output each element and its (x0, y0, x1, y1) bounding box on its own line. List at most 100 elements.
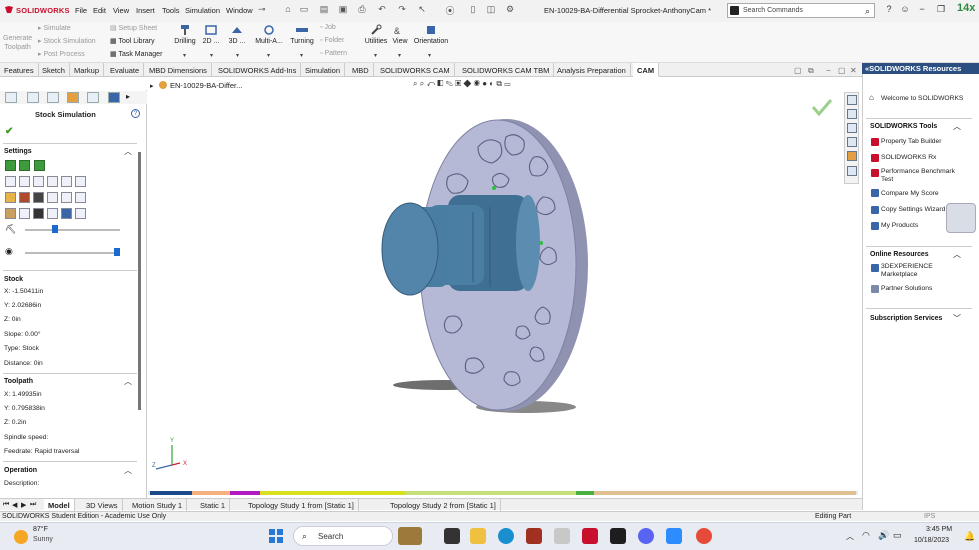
tab-topology-1[interactable]: Topology Study 1 from [Static 1] (244, 499, 359, 511)
weather-temp[interactable]: 87°F (33, 526, 48, 533)
sim-mode-3-icon[interactable] (33, 176, 44, 187)
transparency-slider[interactable] (25, 252, 120, 254)
new-icon[interactable]: ▭ (298, 4, 310, 16)
tab-topology-2[interactable]: Topology Study 2 from [Static 1] (386, 499, 501, 511)
post-process-button[interactable]: ▸ Post Process (38, 50, 85, 58)
tool-link[interactable]: Copy Settings Wizard (881, 206, 945, 213)
tab-analysis-prep[interactable]: Analysis Preparation (553, 63, 631, 77)
tab-evaluate[interactable]: Evaluate (106, 63, 145, 77)
notification-icon[interactable]: 🔔 (964, 531, 975, 542)
clock-time[interactable]: 3:45 PM (926, 526, 952, 533)
orientation-dropdown-icon[interactable]: ▾ (428, 52, 431, 59)
terminal-icon[interactable] (610, 528, 626, 544)
user-icon[interactable]: ☺ (898, 4, 912, 18)
tab-features[interactable]: Features (0, 63, 39, 77)
tool-link[interactable]: Compare My Score (881, 190, 939, 197)
menu-window[interactable]: Window (226, 6, 253, 15)
wifi-icon[interactable]: ◠ (862, 530, 870, 541)
sim-mode-2-icon[interactable] (19, 176, 30, 187)
2d-button[interactable]: 2D ... (201, 24, 221, 45)
tabs-next-icon[interactable]: ▶ (21, 501, 26, 509)
previous-view-icon[interactable]: ↶ (426, 79, 435, 88)
tab-solidworks-cam[interactable]: SOLIDWORKS CAM (376, 63, 455, 77)
task-manager-button[interactable]: ▦ Task Manager (110, 50, 162, 58)
2d-dropdown-icon[interactable]: ▾ (210, 52, 213, 59)
view-dropdown-icon[interactable]: ▾ (398, 52, 401, 59)
toolpath-collapse-icon[interactable]: ︿ (124, 376, 132, 387)
speed-slider-knob[interactable] (52, 225, 58, 233)
online-link[interactable]: 3DEXPERIENCE Marketplace (881, 263, 961, 279)
tab-markup[interactable]: Markup (70, 63, 105, 77)
weather-desc[interactable]: Sunny (33, 536, 53, 543)
menu-file[interactable]: File (75, 6, 87, 15)
tab-cam-tbm[interactable]: SOLIDWORKS CAM TBM (458, 63, 555, 77)
folder-button[interactable]: ▫ Folder (320, 37, 344, 44)
restore-icon[interactable]: ❐ (934, 4, 948, 18)
tab-sketch[interactable]: Sketch (38, 63, 70, 77)
view-settings-icon[interactable]: ⧉ (496, 79, 502, 88)
drilling-button[interactable]: Drilling (172, 24, 198, 45)
tile-icon[interactable]: ▢ (794, 66, 802, 75)
sim-mode-6-icon[interactable] (75, 176, 86, 187)
orientation-button[interactable]: Orientation (412, 24, 450, 45)
tray-chevron-icon[interactable]: ︿ (846, 531, 854, 542)
utilities-button[interactable]: Utilities (362, 24, 390, 45)
volume-icon[interactable]: 🔊 (878, 530, 889, 541)
tool-link[interactable]: Performance Benchmark Test (881, 168, 967, 184)
transparency-slider-knob[interactable] (114, 248, 120, 256)
chrome-icon[interactable] (696, 528, 712, 544)
config-manager-tab-icon[interactable] (47, 92, 59, 103)
monitor-icon[interactable]: ▭ (504, 79, 510, 88)
subscription-section-label[interactable]: Subscription Services (870, 315, 942, 322)
speed-slider[interactable] (25, 229, 120, 231)
view-palette-tab-icon[interactable] (847, 137, 857, 147)
app-icon[interactable] (554, 528, 570, 544)
undo-icon[interactable]: ↶ (376, 4, 388, 16)
3d-button[interactable]: 3D ... (227, 24, 247, 45)
generate-toolpath-button[interactable]: Generate Toolpath (3, 34, 32, 52)
hide-show-icon[interactable]: ◉ (474, 79, 480, 88)
redo-icon[interactable]: ↷ (396, 4, 408, 16)
welcome-link[interactable]: Welcome to SOLIDWORKS (881, 95, 963, 102)
tool-link[interactable]: SOLIDWORKS Rx (881, 154, 936, 161)
tab-model[interactable]: Model (44, 499, 75, 511)
panel-scrollbar[interactable] (138, 152, 141, 410)
sun-icon[interactable] (14, 530, 28, 544)
tab-motion-study[interactable]: Motion Study 1 (128, 499, 188, 511)
clock-date[interactable]: 10/18/2023 (914, 537, 949, 544)
tool-display-6-icon[interactable] (75, 192, 86, 203)
pin-icon[interactable]: ⊸ (258, 4, 266, 15)
stock-display-6-icon[interactable] (75, 208, 86, 219)
tool-link[interactable]: Property Tab Builder (881, 138, 941, 145)
tree-expand-icon[interactable]: ▸ (150, 82, 154, 90)
step-icon[interactable] (19, 160, 30, 171)
utilities-dropdown-icon[interactable]: ▾ (374, 52, 377, 59)
app-icon[interactable] (526, 528, 542, 544)
status-units[interactable]: IPS (924, 513, 935, 520)
stock-display-5-icon[interactable] (61, 208, 72, 219)
taskbar-search[interactable]: ⌕ Search (293, 526, 393, 546)
file-explorer-tab-icon[interactable] (847, 123, 857, 133)
tool-display-2-icon[interactable] (19, 192, 30, 203)
tool-display-5-icon[interactable] (61, 192, 72, 203)
tab-simulation[interactable]: Simulation (301, 63, 346, 77)
menu-insert[interactable]: Insert (136, 6, 155, 15)
menu-view[interactable]: View (113, 6, 129, 15)
tabs-first-icon[interactable]: ⏮ (3, 501, 9, 509)
setup-sheet-button[interactable]: ▤ Setup Sheet (110, 24, 157, 32)
simulation-timeline[interactable] (148, 489, 858, 497)
floating-tool-icon[interactable] (946, 203, 976, 233)
stock-simulation-button[interactable]: ▸ Stock Simulation (38, 37, 96, 45)
stock-display-1-icon[interactable] (5, 208, 16, 219)
discord-icon[interactable] (638, 528, 654, 544)
save-icon[interactable]: ▣ (337, 4, 349, 16)
windows-start-icon[interactable] (268, 528, 284, 544)
display-manager-tab-icon[interactable] (87, 92, 99, 103)
help-icon[interactable]: ? (882, 4, 896, 18)
feature-tree-tab-icon[interactable] (5, 92, 17, 103)
minimize-icon[interactable]: − (915, 4, 929, 18)
custom-properties-tab-icon[interactable] (847, 166, 857, 176)
tool-display-3-icon[interactable] (33, 192, 44, 203)
property-manager-tab-icon[interactable] (27, 92, 39, 103)
search-input[interactable]: Search Commands (743, 7, 803, 14)
